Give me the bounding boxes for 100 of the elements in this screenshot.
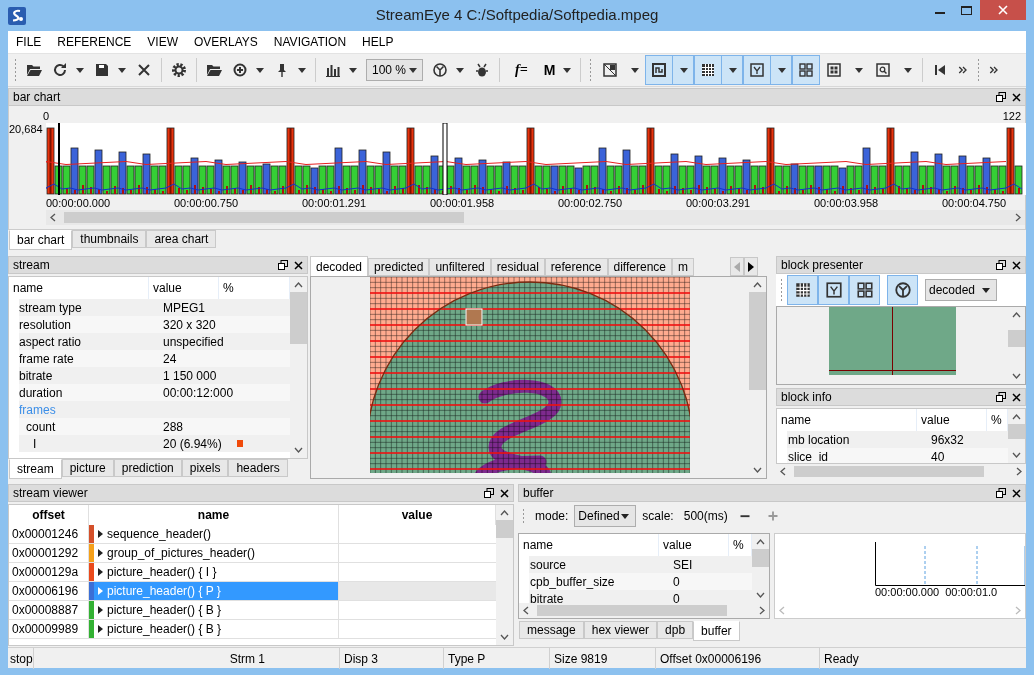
tab[interactable]: message: [519, 621, 584, 639]
scrollbar[interactable]: [290, 277, 307, 458]
close-icon[interactable]: [500, 488, 509, 498]
mode-dropdown[interactable]: Defined: [574, 505, 637, 527]
table-cell: sequence_header(): [107, 527, 212, 541]
scroll-thumb[interactable]: [1008, 424, 1025, 439]
expand-arrow-icon[interactable]: [98, 568, 103, 576]
scrollbar[interactable]: [752, 534, 769, 603]
table-row[interactable]: stream type MPEG1: [19, 299, 290, 316]
vector-box-icon: [749, 62, 766, 78]
block-view-button[interactable]: [818, 275, 849, 305]
close-icon[interactable]: [1012, 260, 1021, 270]
restore-icon[interactable]: [278, 260, 288, 270]
chevron-up-icon: [500, 510, 509, 516]
view-mode-button[interactable]: [645, 55, 695, 85]
minimize-icon: [934, 12, 945, 14]
menu-item[interactable]: HELP: [354, 35, 402, 49]
window-title: StreamEye 4 C:/Softpedia/Softpedia.mpeg: [374, 6, 660, 23]
plus-circle-icon: [232, 62, 248, 78]
formula-button[interactable]: f=: [504, 57, 539, 83]
expand-arrow-icon[interactable]: [98, 625, 103, 633]
menu-item[interactable]: VIEW: [139, 35, 187, 49]
time-label: 00:00:00.000: [875, 586, 940, 598]
tab[interactable]: m: [672, 258, 694, 276]
scroll-thumb[interactable]: [1008, 330, 1025, 347]
expand-arrow-icon[interactable]: [98, 606, 103, 614]
table-row[interactable]: source SEI: [529, 556, 752, 573]
table-row[interactable]: resolution 320 x 320: [19, 316, 290, 333]
close-icon[interactable]: [1012, 92, 1021, 102]
expand-arrow-icon[interactable]: [98, 530, 103, 538]
table-row[interactable]: frame rate 24: [19, 350, 290, 367]
menu-item[interactable]: NAVIGATION: [265, 35, 355, 49]
view-mode-button[interactable]: [694, 55, 744, 85]
restore-icon[interactable]: [996, 92, 1006, 102]
table-row[interactable]: bitrate 0: [529, 590, 752, 603]
table-row[interactable]: 0x00006196 picture_header() { P }: [9, 582, 496, 601]
close-icon[interactable]: [1012, 392, 1021, 402]
table-row[interactable]: slice_id 40: [787, 448, 1008, 463]
block-view-button[interactable]: [787, 275, 818, 305]
expand-arrow-icon[interactable]: [98, 549, 103, 557]
menu-item[interactable]: REFERENCE: [49, 35, 140, 49]
grid-icon: [793, 281, 812, 299]
status-text: Offset 0x00006196: [656, 648, 820, 669]
tab[interactable]: area chart: [146, 230, 217, 248]
table-row[interactable]: 0x00008887 picture_header() { B }: [9, 601, 496, 620]
tab[interactable]: predicted: [368, 258, 430, 276]
scale-value: 500(ms): [683, 509, 728, 523]
tab[interactable]: dpb: [657, 621, 694, 639]
scroll-thumb[interactable]: [752, 549, 769, 567]
scroll-right-button[interactable]: [744, 257, 758, 276]
view-dropdown[interactable]: decoded: [925, 279, 997, 301]
tab[interactable]: picture: [61, 459, 114, 477]
tab[interactable]: thumbnails: [72, 230, 147, 248]
table-row[interactable]: 0x00001292 group_of_pictures_header(): [9, 544, 496, 563]
scroll-thumb[interactable]: [496, 520, 513, 538]
tab[interactable]: hex viewer: [583, 621, 658, 639]
scrollbar[interactable]: [496, 505, 513, 645]
table-row[interactable]: duration 00:00:12:000: [19, 384, 290, 401]
tab[interactable]: difference: [607, 258, 672, 276]
tab[interactable]: residual: [490, 258, 545, 276]
scroll-thumb[interactable]: [537, 605, 727, 616]
zoom-dropdown[interactable]: 100 %: [366, 59, 423, 81]
tab[interactable]: stream: [9, 459, 62, 479]
status-text: Ready: [823, 650, 860, 668]
table-row[interactable]: cpb_buffer_size 0: [529, 573, 752, 590]
table-row[interactable]: I 20 (6.94%): [19, 435, 290, 452]
scroll-thumb[interactable]: [749, 292, 766, 390]
restore-icon[interactable]: [484, 488, 494, 498]
tab[interactable]: bar chart: [9, 230, 73, 250]
block-view-button[interactable]: [887, 275, 918, 305]
tab[interactable]: decoded: [310, 256, 369, 276]
close-icon[interactable]: [1012, 488, 1021, 498]
restore-icon[interactable]: [996, 260, 1006, 270]
table-row[interactable]: 0x0000129a picture_header() { I }: [9, 563, 496, 582]
scroll-thumb[interactable]: [64, 212, 464, 223]
restore-icon[interactable]: [996, 392, 1006, 402]
panel-title: block info: [781, 390, 832, 404]
macroblock-button[interactable]: M: [538, 57, 577, 83]
table-row[interactable]: mb location 96x32: [787, 431, 1008, 448]
table-row[interactable]: aspect ratio unspecified: [19, 333, 290, 350]
table-row[interactable]: 0x00009989 picture_header() { B }: [9, 620, 496, 639]
menu-item[interactable]: FILE: [8, 35, 50, 49]
restore-icon[interactable]: [996, 488, 1006, 498]
scroll-thumb[interactable]: [290, 292, 307, 344]
tab[interactable]: reference: [544, 258, 608, 276]
block-view-button[interactable]: [849, 275, 880, 305]
scrollbar[interactable]: [46, 210, 1025, 225]
scrollbar[interactable]: [1008, 409, 1025, 463]
y-circle-icon: [893, 281, 912, 299]
tab[interactable]: headers: [228, 459, 288, 477]
table-row[interactable]: count 288: [19, 418, 290, 435]
tab[interactable]: prediction: [113, 459, 182, 477]
tab[interactable]: unfiltered: [429, 258, 491, 276]
table-row[interactable]: bitrate 1 150 000: [19, 367, 290, 384]
scroll-thumb[interactable]: [794, 466, 984, 477]
tab[interactable]: buffer: [693, 621, 740, 641]
tab[interactable]: pixels: [181, 459, 229, 477]
table-row[interactable]: 0x00001246 sequence_header(): [9, 525, 496, 544]
close-icon[interactable]: [294, 260, 303, 270]
menu-item[interactable]: OVERLAYS: [186, 35, 266, 49]
